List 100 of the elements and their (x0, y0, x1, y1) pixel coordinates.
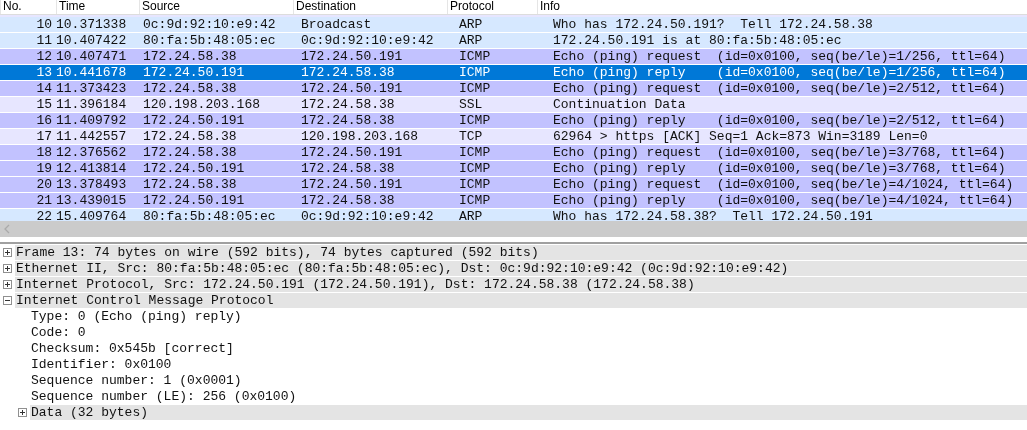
table-cell-text: 13 (35, 65, 52, 80)
table-cell-text: 10 (35, 17, 52, 32)
expand-icon[interactable] (3, 280, 12, 289)
tree-item[interactable]: Data (32 bytes) (30, 405, 1027, 420)
table-cell-text: 172.24.50.191 (301, 177, 404, 192)
column-header[interactable]: Destination (293, 0, 357, 14)
table-cell-text: 0c:9d:92:10:e9:42 (143, 17, 277, 32)
column-header[interactable]: Time (56, 0, 86, 14)
table-cell-text: Echo (ping) request (id=0x0100, seq(be/le)=1/256, ttl=64) (553, 49, 1007, 64)
table-cell-text: 120.198.203.168 (301, 129, 420, 144)
horizontal-scrollbar[interactable] (0, 221, 1027, 237)
column-header[interactable]: No. (0, 0, 22, 14)
table-cell-text: Continuation Data (553, 97, 687, 112)
tree-item[interactable]: Internet Protocol, Src: 172.24.50.191 (172.24.50.191), Dst: 172.24.58.38 (172.24.58.38) (15, 277, 1027, 292)
table-cell-text: 12 (35, 49, 52, 64)
tree-item[interactable]: Type: 0 (Echo (ping) reply) (30, 309, 1027, 324)
column-header[interactable]: Protocol (447, 0, 495, 14)
packet-row[interactable]: 10 10.371338 0c:9d:92:10:e9:42 Broadcast ARP Who has 172.24.50.191? Tell 172.24.58.38 (0, 17, 1027, 33)
table-cell-text: Who has 172.24.58.38? Tell 172.24.50.191 (553, 209, 874, 221)
column-header[interactable]: Info (537, 0, 560, 14)
packet-row[interactable]: 18 12.376562 172.24.58.38 172.24.50.191 ICMP Echo (ping) request (id=0x0100, seq(be/le)=3/768, ttl=64) (0, 145, 1027, 161)
table-cell-text: 11.396184 (56, 97, 128, 112)
table-cell-text: 172.24.58.38 (301, 113, 396, 128)
table-cell-text: 120.198.203.168 (143, 97, 262, 112)
table-cell-text: 15.409764 (56, 209, 128, 221)
packet-row[interactable]: 12 10.407471 172.24.58.38 172.24.50.191 ICMP Echo (ping) request (id=0x0100, seq(be/le)=1/256, ttl=64) (0, 49, 1027, 65)
table-cell-text: 172.24.58.38 (143, 177, 238, 192)
tree-item[interactable]: Sequence number: 1 (0x0001) (30, 373, 1027, 388)
tree-item[interactable]: Ethernet II, Src: 80:fa:5b:48:05:ec (80:fa:5b:48:05:ec), Dst: 0c:9d:92:10:e9:42 (0c:9d:92:10:e9:42) (15, 261, 1027, 276)
packet-row[interactable]: 16 11.409792 172.24.50.191 172.24.58.38 ICMP Echo (ping) reply (id=0x0100, seq(be/le)=2/512, ttl=64) (0, 113, 1027, 129)
tree-item[interactable]: Checksum: 0x545b [correct] (30, 341, 1027, 356)
table-cell-text: 19 (35, 161, 52, 176)
collapse-icon[interactable] (3, 296, 12, 305)
table-cell-text: Broadcast (301, 17, 373, 32)
tree-item[interactable]: Frame 13: 74 bytes on wire (592 bits), 74 bytes captured (592 bits) (15, 245, 1027, 260)
table-cell-text: 22 (35, 209, 52, 221)
table-cell-text: ICMP (459, 145, 492, 160)
table-cell-text: 172.24.58.38 (301, 193, 396, 208)
packet-row[interactable]: 17 11.442557 172.24.58.38 120.198.203.168 TCP 62964 > https [ACK] Seq=1 Ack=873 Win=3189 Len=0 (0, 129, 1027, 145)
packet-row[interactable]: 19 12.413814 172.24.50.191 172.24.58.38 ICMP Echo (ping) reply (id=0x0100, seq(be/le)=3/768, ttl=64) (0, 161, 1027, 177)
table-cell-text: Echo (ping) reply (id=0x0100, seq(be/le)=4/1024, ttl=64) (553, 193, 1015, 208)
packet-row[interactable]: 13 10.441678 172.24.50.191 172.24.58.38 ICMP Echo (ping) reply (id=0x0100, seq(be/le)=1/256, ttl=64) (0, 65, 1027, 81)
column-header[interactable]: Source (139, 0, 181, 14)
packet-row[interactable]: 22 15.409764 80:fa:5b:48:05:ec 0c:9d:92:10:e9:42 ARP Who has 172.24.58.38? Tell 172.24.50.191 (0, 209, 1027, 221)
table-cell-text: Echo (ping) request (id=0x0100, seq(be/le)=3/768, ttl=64) (553, 145, 1007, 160)
table-cell-text: 10.371338 (56, 17, 128, 32)
table-cell-text: 16 (35, 113, 52, 128)
table-cell-text: 172.24.50.191 (301, 145, 404, 160)
table-cell-text: 12.376562 (56, 145, 128, 160)
expand-icon[interactable] (18, 408, 27, 417)
table-cell-text: 172.24.50.191 (301, 81, 404, 96)
packet-row[interactable]: 21 13.439015 172.24.50.191 172.24.58.38 ICMP Echo (ping) reply (id=0x0100, seq(be/le)=4/1024, ttl=64) (0, 193, 1027, 209)
packet-row[interactable]: 11 10.407422 80:fa:5b:48:05:ec 0c:9d:92:10:e9:42 ARP 172.24.50.191 is at 80:fa:5b:48:05:ec (0, 33, 1027, 49)
table-cell-text: SSL (459, 97, 484, 112)
table-cell-text: 172.24.50.191 (143, 113, 246, 128)
table-cell-text: 21 (35, 193, 52, 208)
table-cell-text: 18 (35, 145, 52, 160)
table-cell-text: 11.373423 (56, 81, 128, 96)
table-cell-text: Echo (ping) request (id=0x0100, seq(be/le)=4/1024, ttl=64) (553, 177, 1015, 192)
table-cell-text: Echo (ping) reply (id=0x0100, seq(be/le)=3/768, ttl=64) (553, 161, 1007, 176)
table-cell-text: ICMP (459, 49, 492, 64)
table-cell-text: ICMP (459, 65, 492, 80)
table-cell-text: Echo (ping) request (id=0x0100, seq(be/le)=2/512, ttl=64) (553, 81, 1007, 96)
table-cell-text: 14 (35, 81, 52, 96)
table-cell-text: 80:fa:5b:48:05:ec (143, 209, 277, 221)
table-cell-text: ARP (459, 209, 484, 221)
tree-item[interactable]: Sequence number (LE): 256 (0x0100) (30, 389, 1027, 404)
table-cell-text: 172.24.58.38 (143, 49, 238, 64)
table-cell-text: 20 (35, 177, 52, 192)
table-cell-text: 0c:9d:92:10:e9:42 (301, 33, 435, 48)
table-cell-text: 11.442557 (56, 129, 128, 144)
table-cell-text: 13.378493 (56, 177, 128, 192)
packet-row[interactable]: 14 11.373423 172.24.58.38 172.24.50.191 ICMP Echo (ping) request (id=0x0100, seq(be/le)=2/512, ttl=64) (0, 81, 1027, 97)
table-cell-text: ARP (459, 17, 484, 32)
tree-item[interactable]: Identifier: 0x0100 (30, 357, 1027, 372)
packet-row[interactable]: 20 13.378493 172.24.58.38 172.24.50.191 ICMP Echo (ping) request (id=0x0100, seq(be/le)=4/1024, ttl=64) (0, 177, 1027, 193)
table-cell-text: Echo (ping) reply (id=0x0100, seq(be/le)=1/256, ttl=64) (553, 65, 1007, 80)
table-cell-text: Who has 172.24.50.191? Tell 172.24.58.38 (553, 17, 874, 32)
table-cell-text: 172.24.50.191 (143, 161, 246, 176)
table-cell-text: 0c:9d:92:10:e9:42 (301, 209, 435, 221)
table-cell-text: ICMP (459, 177, 492, 192)
table-cell-text: ICMP (459, 193, 492, 208)
packet-row[interactable]: 15 11.396184 120.198.203.168 172.24.58.38 SSL Continuation Data (0, 97, 1027, 113)
table-cell-text: 172.24.58.38 (143, 145, 238, 160)
table-cell-text: 172.24.58.38 (143, 81, 238, 96)
table-cell-text: 11 (35, 33, 52, 48)
tree-item[interactable]: Internet Control Message Protocol (15, 293, 1027, 308)
table-cell-text: ICMP (459, 161, 492, 176)
table-cell-text: ICMP (459, 113, 492, 128)
table-cell-text: 11.409792 (56, 113, 128, 128)
table-cell-text: 172.24.58.38 (301, 161, 396, 176)
expand-icon[interactable] (3, 264, 12, 273)
table-cell-text: ARP (459, 33, 484, 48)
table-cell-text: 10.407422 (56, 33, 128, 48)
table-cell-text: 62964 > https [ACK] Seq=1 Ack=873 Win=3189 Len=0 (553, 129, 929, 144)
tree-item[interactable]: Code: 0 (30, 325, 1027, 340)
table-cell-text: Echo (ping) reply (id=0x0100, seq(be/le)=2/512, ttl=64) (553, 113, 1007, 128)
table-cell-text: 80:fa:5b:48:05:ec (143, 33, 277, 48)
table-cell-text: 172.24.58.38 (143, 129, 238, 144)
expand-icon[interactable] (3, 248, 12, 257)
